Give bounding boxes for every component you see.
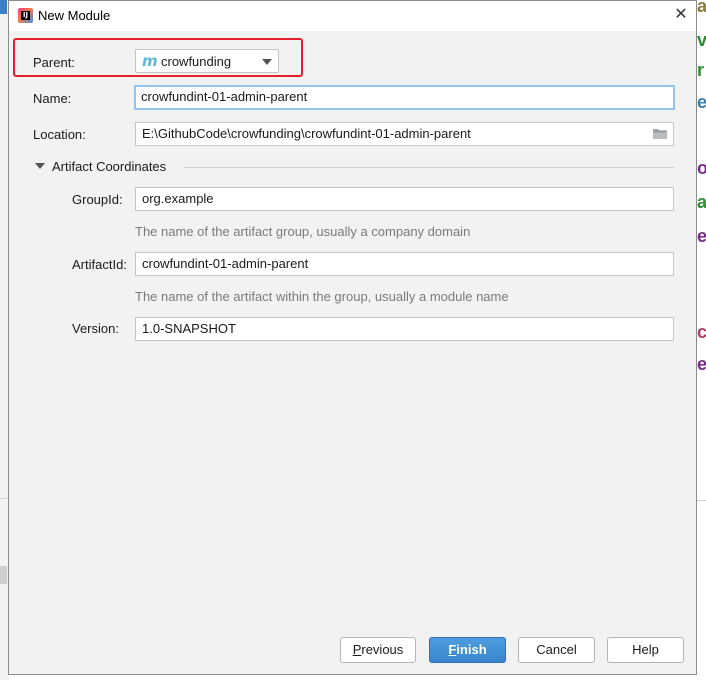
- background-ide-right-strip: a v r e o a e c e: [697, 0, 706, 680]
- groupid-field[interactable]: org.example: [135, 187, 674, 211]
- parent-dropdown[interactable]: m crowfunding: [135, 49, 279, 73]
- parent-dropdown-value: crowfunding: [161, 54, 232, 69]
- artifactid-field[interactable]: crowfundint-01-admin-parent: [135, 252, 674, 276]
- background-fragment: v: [697, 30, 706, 50]
- finish-label-rest: inish: [456, 642, 487, 657]
- artifact-coordinates-section-title[interactable]: Artifact Coordinates: [52, 159, 166, 174]
- background-fragment: e: [697, 92, 706, 112]
- groupid-label: GroupId:: [72, 192, 123, 207]
- version-label: Version:: [72, 321, 119, 336]
- background-fragment: a: [697, 192, 706, 212]
- background-fragment: e: [697, 226, 706, 246]
- groupid-hint: The name of the artifact group, usually …: [135, 224, 471, 239]
- intellij-app-icon: IJ: [18, 8, 33, 23]
- background-fragment: [0, 0, 7, 14]
- help-button[interactable]: Help: [607, 637, 684, 663]
- location-label: Location:: [33, 127, 86, 142]
- dialog-title: New Module: [38, 8, 111, 23]
- version-field[interactable]: 1.0-SNAPSHOT: [135, 317, 674, 341]
- maven-m-icon: m: [142, 52, 158, 70]
- background-fragment: a: [697, 0, 706, 16]
- background-fragment: o: [697, 158, 706, 178]
- location-field[interactable]: E:\GithubCode\crowfunding\crowfundint-01…: [135, 122, 674, 146]
- chevron-down-icon: [262, 59, 272, 65]
- title-bar: IJ New Module ✕: [9, 1, 696, 31]
- previous-label-rest: revious: [361, 642, 404, 657]
- background-fragment: c: [697, 322, 706, 342]
- close-icon[interactable]: ✕: [672, 6, 690, 24]
- cancel-button[interactable]: Cancel: [518, 637, 595, 663]
- previous-button[interactable]: Previous: [340, 637, 416, 663]
- new-module-dialog: IJ New Module ✕ Parent: m crowfunding Na…: [8, 0, 697, 675]
- folder-browse-icon[interactable]: [653, 128, 667, 139]
- background-fragment: [697, 500, 706, 501]
- artifactid-label: ArtifactId:: [72, 257, 127, 272]
- background-fragment: e: [697, 354, 706, 374]
- name-field[interactable]: crowfundint-01-admin-parent: [134, 85, 675, 110]
- finish-button[interactable]: Finish: [429, 637, 506, 663]
- name-label: Name:: [33, 91, 72, 106]
- section-collapse-toggle-icon[interactable]: [35, 163, 45, 169]
- location-field-value: E:\GithubCode\crowfunding\crowfundint-01…: [142, 126, 471, 141]
- artifactid-hint: The name of the artifact within the grou…: [135, 289, 509, 304]
- background-fragment: [0, 498, 7, 499]
- background-fragment: r: [697, 60, 705, 80]
- background-fragment: [0, 566, 7, 584]
- section-divider: [184, 167, 674, 168]
- parent-label: Parent:: [33, 55, 75, 70]
